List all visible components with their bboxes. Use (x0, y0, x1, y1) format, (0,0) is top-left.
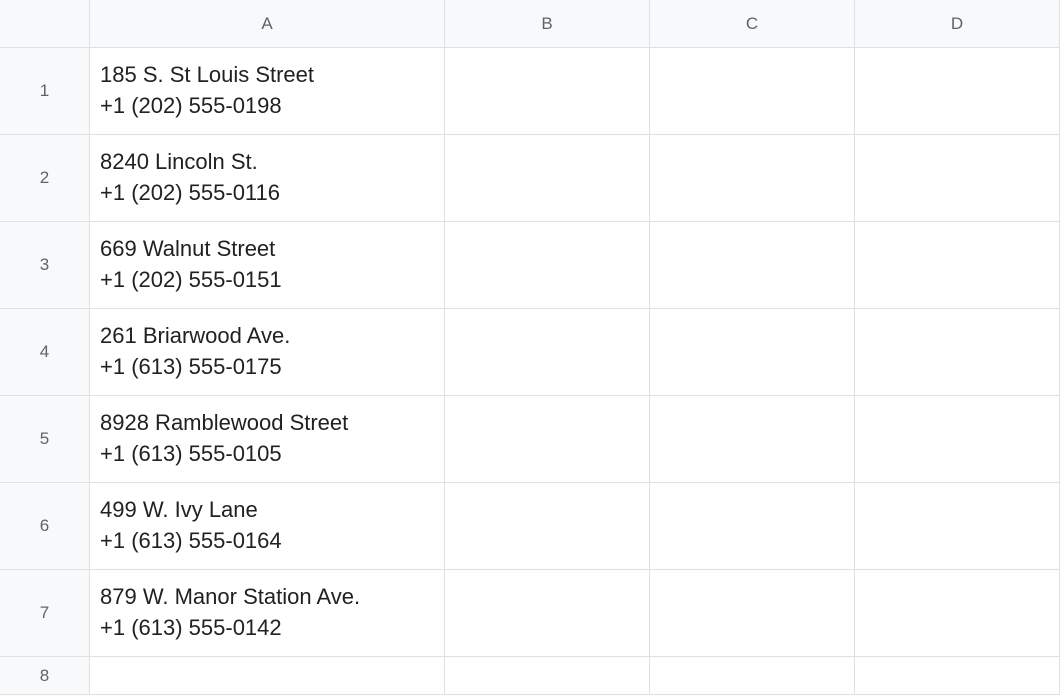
table-row: 5 8928 Ramblewood Street +1 (613) 555-01… (0, 396, 1060, 483)
column-header-a[interactable]: A (90, 0, 445, 48)
cell-a7[interactable]: 879 W. Manor Station Ave. +1 (613) 555-0… (90, 570, 445, 657)
row-header-1[interactable]: 1 (0, 48, 90, 135)
table-row: 1 185 S. St Louis Street +1 (202) 555-01… (0, 48, 1060, 135)
cell-c2[interactable] (650, 135, 855, 222)
cell-c1[interactable] (650, 48, 855, 135)
cell-a2[interactable]: 8240 Lincoln St. +1 (202) 555-0116 (90, 135, 445, 222)
cell-a5[interactable]: 8928 Ramblewood Street +1 (613) 555-0105 (90, 396, 445, 483)
column-header-row: A B C D (0, 0, 1060, 48)
cell-b7[interactable] (445, 570, 650, 657)
select-all-corner[interactable] (0, 0, 90, 48)
cell-d5[interactable] (855, 396, 1060, 483)
cell-a1[interactable]: 185 S. St Louis Street +1 (202) 555-0198 (90, 48, 445, 135)
cell-d8[interactable] (855, 657, 1060, 695)
row-header-2[interactable]: 2 (0, 135, 90, 222)
cell-c5[interactable] (650, 396, 855, 483)
row-header-8[interactable]: 8 (0, 657, 90, 695)
row-header-7[interactable]: 7 (0, 570, 90, 657)
cell-d6[interactable] (855, 483, 1060, 570)
cell-c7[interactable] (650, 570, 855, 657)
cell-c4[interactable] (650, 309, 855, 396)
cell-b4[interactable] (445, 309, 650, 396)
cell-b3[interactable] (445, 222, 650, 309)
row-header-3[interactable]: 3 (0, 222, 90, 309)
table-row: 2 8240 Lincoln St. +1 (202) 555-0116 (0, 135, 1060, 222)
row-header-6[interactable]: 6 (0, 483, 90, 570)
spreadsheet-grid: A B C D 1 185 S. St Louis Street +1 (202… (0, 0, 1060, 694)
cell-a8[interactable] (90, 657, 445, 695)
cell-d2[interactable] (855, 135, 1060, 222)
column-header-d[interactable]: D (855, 0, 1060, 48)
row-header-4[interactable]: 4 (0, 309, 90, 396)
cell-d3[interactable] (855, 222, 1060, 309)
cell-a6[interactable]: 499 W. Ivy Lane +1 (613) 555-0164 (90, 483, 445, 570)
table-row: 7 879 W. Manor Station Ave. +1 (613) 555… (0, 570, 1060, 657)
cell-c6[interactable] (650, 483, 855, 570)
row-header-5[interactable]: 5 (0, 396, 90, 483)
cell-b6[interactable] (445, 483, 650, 570)
cell-c8[interactable] (650, 657, 855, 695)
cell-b5[interactable] (445, 396, 650, 483)
cell-c3[interactable] (650, 222, 855, 309)
cell-b1[interactable] (445, 48, 650, 135)
cell-b2[interactable] (445, 135, 650, 222)
cell-d4[interactable] (855, 309, 1060, 396)
column-header-c[interactable]: C (650, 0, 855, 48)
cell-d7[interactable] (855, 570, 1060, 657)
table-row: 6 499 W. Ivy Lane +1 (613) 555-0164 (0, 483, 1060, 570)
cell-a3[interactable]: 669 Walnut Street +1 (202) 555-0151 (90, 222, 445, 309)
table-row: 3 669 Walnut Street +1 (202) 555-0151 (0, 222, 1060, 309)
cell-d1[interactable] (855, 48, 1060, 135)
column-header-b[interactable]: B (445, 0, 650, 48)
cell-a4[interactable]: 261 Briarwood Ave. +1 (613) 555-0175 (90, 309, 445, 396)
table-row: 8 (0, 657, 1060, 695)
table-row: 4 261 Briarwood Ave. +1 (613) 555-0175 (0, 309, 1060, 396)
cell-b8[interactable] (445, 657, 650, 695)
